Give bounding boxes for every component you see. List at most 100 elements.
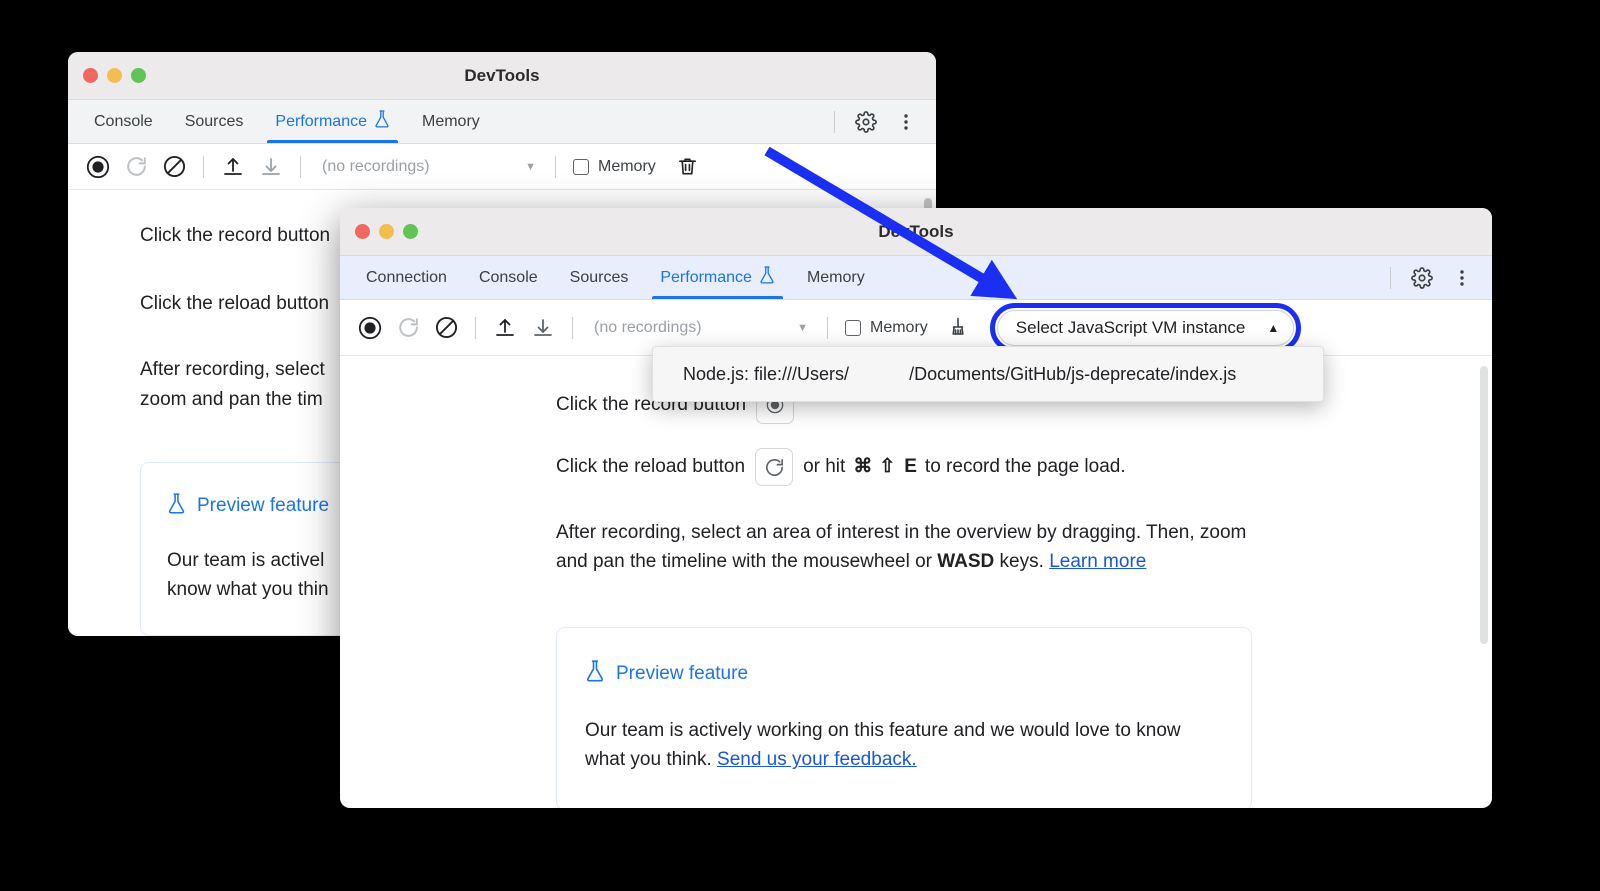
checkbox-box[interactable] (845, 319, 861, 336)
tab-label: Console (478, 268, 538, 286)
more-vertical-icon[interactable] (1444, 260, 1480, 296)
tab-label: Memory (806, 268, 865, 286)
wasd-keys: WASD (937, 551, 995, 573)
vm-picker-highlight: Select JavaScript VM instance ▲ (989, 302, 1302, 353)
vm-instance-picker-label: Select JavaScript VM instance (1015, 317, 1246, 337)
recordings-select-front[interactable]: (no recordings) ▼ (584, 313, 816, 343)
clear-icon[interactable] (156, 149, 192, 185)
instruction-reload-text: Click the reload button (556, 456, 746, 478)
tabstrip-front[interactable]: Connection Console Sources Performance M… (340, 256, 1492, 300)
checkbox-box[interactable] (573, 158, 589, 175)
titlebar-back: DevTools (68, 52, 936, 100)
recordings-select-value: (no recordings) (594, 318, 702, 336)
gear-icon[interactable] (848, 104, 884, 140)
after-recording-tail: keys. (994, 551, 1050, 573)
preview-feature-title: Preview feature (197, 495, 330, 517)
gear-icon[interactable] (1404, 260, 1440, 296)
preview-feature-body-front: Our team is actively working on this fea… (585, 716, 1195, 775)
reload-hint-prefix: or hit (803, 456, 846, 478)
flask-icon (759, 266, 775, 289)
divider (300, 155, 301, 178)
more-vertical-icon[interactable] (888, 104, 924, 140)
maximize-window-button[interactable] (131, 68, 146, 83)
learn-more-link[interactable]: Learn more (1049, 551, 1146, 572)
tab-label: Sources (569, 268, 629, 286)
broom-icon[interactable] (940, 310, 976, 346)
window-controls-back[interactable] (68, 68, 146, 83)
vm-menu-item-nodejs[interactable]: Node.js: file:///Users/ /Documents/GitHu… (653, 353, 1323, 395)
trash-icon[interactable] (670, 149, 706, 185)
tab-memory-back[interactable]: Memory (406, 100, 496, 143)
vm-instance-menu[interactable]: Node.js: file:///Users/ /Documents/GitHu… (652, 346, 1324, 402)
record-icon[interactable] (80, 149, 116, 185)
toolbar-back[interactable]: (no recordings) ▼ Memory (68, 144, 936, 190)
preview-feature-card-front: Preview feature Our team is actively wor… (556, 626, 1252, 808)
tab-performance-back[interactable]: Performance (259, 100, 406, 143)
tab-sources-front[interactable]: Sources (554, 256, 645, 299)
tab-console-back[interactable]: Console (78, 100, 169, 143)
tab-sources-back[interactable]: Sources (169, 100, 260, 143)
tab-connection-front[interactable]: Connection (350, 256, 463, 299)
tab-label: Console (94, 112, 153, 130)
divider (572, 316, 573, 339)
key-shift: ⇧ (879, 456, 896, 478)
reload-hint-suffix: to record the page load. (924, 456, 1126, 478)
close-window-button[interactable] (83, 68, 98, 83)
window-controls-front[interactable] (340, 224, 418, 239)
divider (475, 316, 476, 339)
tabstrip-actions-back[interactable] (825, 100, 936, 143)
key-cmd: ⌘ (853, 456, 873, 478)
tab-console-front[interactable]: Console (463, 256, 554, 299)
divider (834, 110, 835, 133)
preview-feature-title: Preview feature (616, 662, 749, 684)
preview-feature-header-front: Preview feature (585, 660, 1223, 688)
memory-checkbox-back[interactable]: Memory (573, 158, 656, 176)
minimize-window-button[interactable] (379, 224, 394, 239)
minimize-window-button[interactable] (107, 68, 122, 83)
tab-label: Performance (275, 112, 367, 130)
reload-icon[interactable] (390, 310, 426, 346)
instruction-after-recording-front: After recording, select an area of inter… (556, 518, 1256, 577)
titlebar-front: DevTools (340, 208, 1492, 256)
instruction-reload-front: Click the reload button or hit ⌘ ⇧ E to … (556, 448, 1432, 486)
screenshot-stage: DevTools Console Sources Performance Mem… (0, 0, 1600, 891)
key-e: E (904, 456, 917, 478)
tabstrip-actions-front[interactable] (1381, 256, 1492, 299)
scrollbar-thumb[interactable] (1480, 366, 1488, 644)
devtools-window-front[interactable]: DevTools Connection Console Sources Perf… (340, 208, 1492, 808)
vertical-scrollbar-front[interactable] (1476, 356, 1492, 798)
memory-checkbox-front[interactable]: Memory (845, 319, 928, 337)
tab-memory-front[interactable]: Memory (791, 256, 881, 299)
tab-performance-front[interactable]: Performance (644, 256, 791, 299)
reload-button-inline[interactable] (755, 448, 794, 486)
download-icon[interactable] (525, 310, 561, 346)
flask-icon (374, 110, 390, 133)
flask-icon (585, 660, 605, 688)
vm-instance-picker[interactable]: Select JavaScript VM instance ▲ (996, 309, 1295, 346)
instruction-reload-text: Click the reload button (140, 292, 330, 314)
recordings-select-back[interactable]: (no recordings) ▼ (312, 152, 544, 182)
window-title-back: DevTools (464, 65, 540, 85)
divider (203, 155, 204, 178)
close-window-button[interactable] (355, 224, 370, 239)
clear-icon[interactable] (428, 310, 464, 346)
memory-checkbox-label: Memory (598, 157, 656, 175)
maximize-window-button[interactable] (403, 224, 418, 239)
flask-icon (167, 493, 186, 520)
download-icon[interactable] (253, 149, 289, 185)
send-feedback-link[interactable]: Send us your feedback. (717, 749, 917, 770)
divider (555, 155, 556, 178)
record-icon[interactable] (352, 310, 388, 346)
tab-label: Performance (660, 268, 752, 286)
upload-icon[interactable] (487, 310, 523, 346)
tab-label: Memory (422, 112, 480, 130)
reload-icon[interactable] (118, 149, 154, 185)
tabstrip-back[interactable]: Console Sources Performance Memory (68, 100, 936, 144)
chevron-down-icon: ▼ (797, 321, 808, 334)
upload-icon[interactable] (215, 149, 251, 185)
window-title-front: DevTools (878, 221, 954, 241)
vm-menu-item-prefix: Node.js: file:///Users/ (683, 363, 850, 384)
chevron-down-icon: ▼ (525, 160, 536, 173)
instruction-record-text: Click the record button (140, 225, 331, 246)
divider (1390, 266, 1391, 289)
